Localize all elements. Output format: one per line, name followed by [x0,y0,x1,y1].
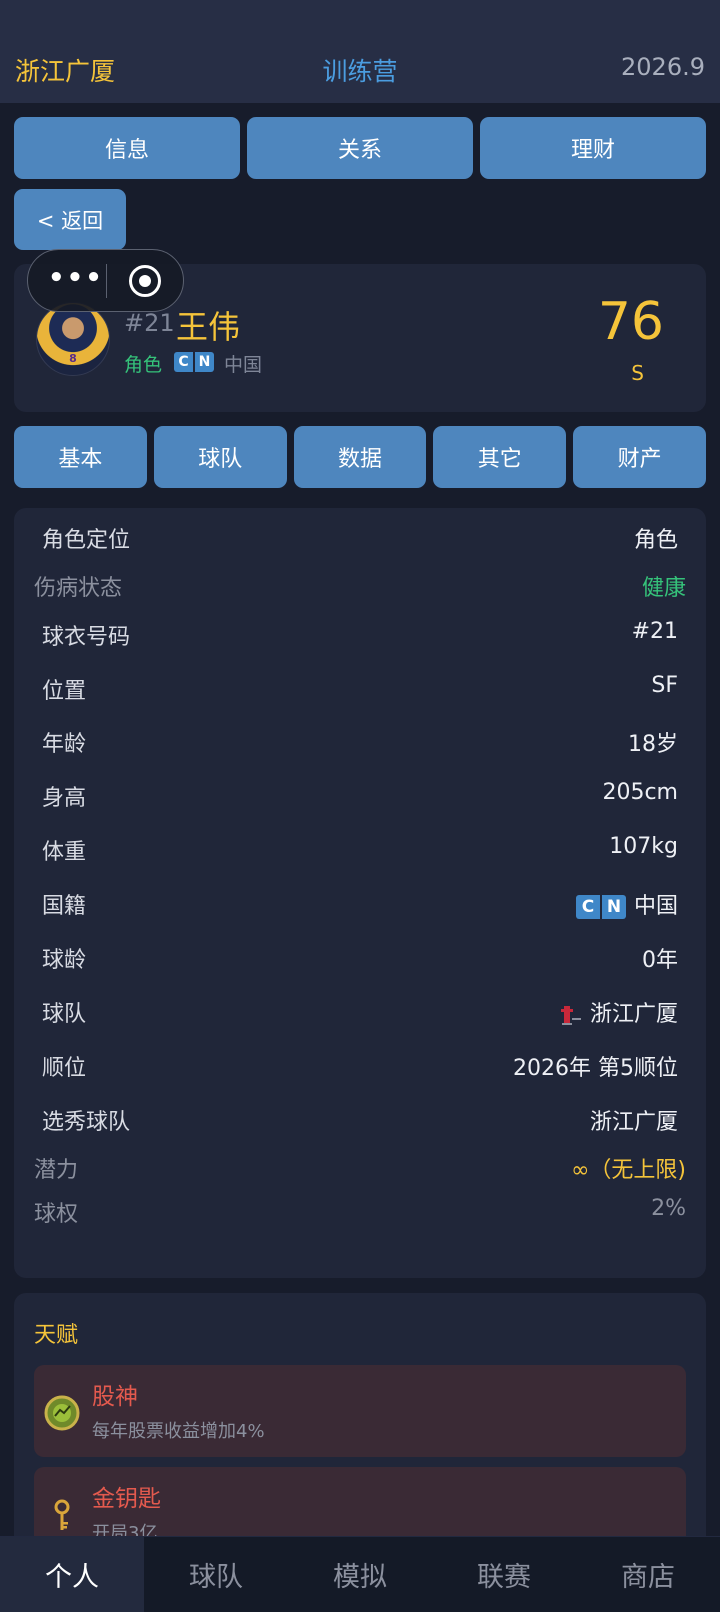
nav-shop[interactable]: 商店 [576,1537,720,1612]
nationality-text: 中国 [633,894,678,919]
player-avatar: 8 [36,302,110,376]
info-row-equity: 球权 2% [28,1196,686,1228]
player-grade: S [631,361,644,385]
tab-relations[interactable]: 关系 [247,117,473,179]
info-value: C N 中国 [575,888,686,920]
talent-desc: 每年股票收益增加4% [92,1421,265,1442]
info-value: 0年 [642,948,678,973]
flag-letter: C [174,352,193,372]
info-label: 国籍 [42,894,87,919]
info-row-nationality: 国籍 C N 中国 [28,888,686,920]
info-value: 205cm [602,780,678,805]
info-label: 顺位 [42,1056,87,1081]
cn-flag-icon: C N [575,895,626,919]
player-nationality: 中国 [224,354,263,376]
player-info-card: 角色定位 角色 伤病状态 健康 球衣号码 #21 位置 SF 年龄 18岁 身高… [14,508,706,1278]
info-value: 角色 [633,528,678,553]
flag-letter: N [195,352,214,372]
game-date: 2026.9 [621,53,705,81]
info-row-draft: 顺位 2026年 第5顺位 [28,1050,686,1082]
info-row-jersey: 球衣号码 #21 [28,619,686,651]
nav-simulate[interactable]: 模拟 [288,1537,432,1612]
tab-info[interactable]: 信息 [14,117,240,179]
nav-personal[interactable]: 个人 [0,1537,144,1612]
info-value: 浙江广厦 [589,1110,678,1135]
page-title: 训练营 [322,57,398,86]
info-label: 球权 [34,1202,79,1227]
info-row-age: 年龄 18岁 [28,726,686,758]
info-label: 球龄 [42,948,87,973]
talent-item[interactable]: 股神 每年股票收益增加4% [34,1365,686,1457]
tab-assets[interactable]: 财产 [573,426,706,488]
top-bar: 浙江广厦 训练营 2026.9 [0,0,720,103]
injury-status: 健康 [641,576,686,601]
nav-league[interactable]: 联赛 [432,1537,576,1612]
bottom-nav: 个人 球队 模拟 联赛 商店 [0,1536,720,1612]
info-label: 潜力 [34,1158,79,1183]
info-label: 体重 [42,840,87,865]
potential-value: ∞（无上限) [571,1158,686,1183]
back-button[interactable]: < 返回 [14,189,126,250]
info-row-potential: 潜力 ∞（无上限) [28,1152,686,1184]
player-number: #21 [124,309,175,337]
info-label: 位置 [42,679,87,704]
main-tabs: 信息 关系 理财 [14,117,706,179]
team-text: 浙江广厦 [589,1002,678,1027]
tab-stats[interactable]: 数据 [293,426,427,488]
team-logo-icon [560,1006,581,1025]
tab-other[interactable]: 其它 [433,426,567,488]
info-row-team: 球队 浙江广厦 [28,996,686,1028]
info-label: 伤病状态 [34,576,123,601]
avatar-jersey-number: 8 [69,352,77,365]
info-row-role: 角色定位 角色 [28,522,686,554]
tab-team[interactable]: 球队 [153,426,287,488]
capsule-divider [106,264,107,298]
info-row-years: 球龄 0年 [28,942,686,974]
info-label: 球队 [42,1002,87,1027]
cn-flag-icon: C N [174,352,214,372]
info-value: 18岁 [628,732,678,757]
info-row-height: 身高 205cm [28,780,686,812]
info-label: 年龄 [42,732,87,757]
golden-key-icon [54,1499,70,1530]
info-label: 身高 [42,786,87,811]
flag-letter: N [601,895,626,919]
info-value: 浙江广厦 [556,996,686,1028]
info-row-weight: 体重 107kg [28,834,686,866]
info-value: 107kg [609,834,678,859]
talent-name: 金钥匙 [92,1486,161,1512]
equity-value: 2% [651,1196,686,1221]
info-row-position: 位置 SF [28,673,686,705]
info-row-injury: 伤病状态 健康 [28,570,686,602]
info-label: 角色定位 [42,528,131,553]
tab-finance[interactable]: 理财 [480,117,706,179]
info-row-draft-team: 选秀球队 浙江广厦 [28,1104,686,1136]
sub-tabs: 基本 球队 数据 其它 财产 [14,426,706,488]
info-label: 选秀球队 [42,1110,131,1135]
talent-name: 股神 [92,1384,138,1410]
stock-medal-icon [44,1395,80,1431]
tab-basic[interactable]: 基本 [14,426,147,488]
flag-letter: C [575,895,600,919]
player-name: 王伟 [176,308,241,346]
player-role: 角色 [124,354,163,376]
close-target-icon[interactable] [129,265,161,297]
info-value: 2026年 第5顺位 [513,1056,678,1081]
miniprogram-capsule: ••• [27,249,184,312]
more-options-icon[interactable]: ••• [48,265,104,291]
nav-team[interactable]: 球队 [144,1537,288,1612]
talents-title: 天赋 [34,1323,79,1348]
info-value: SF [651,673,678,698]
info-value: #21 [631,619,678,644]
player-rating: 76 [597,292,664,352]
info-label: 球衣号码 [42,625,131,650]
